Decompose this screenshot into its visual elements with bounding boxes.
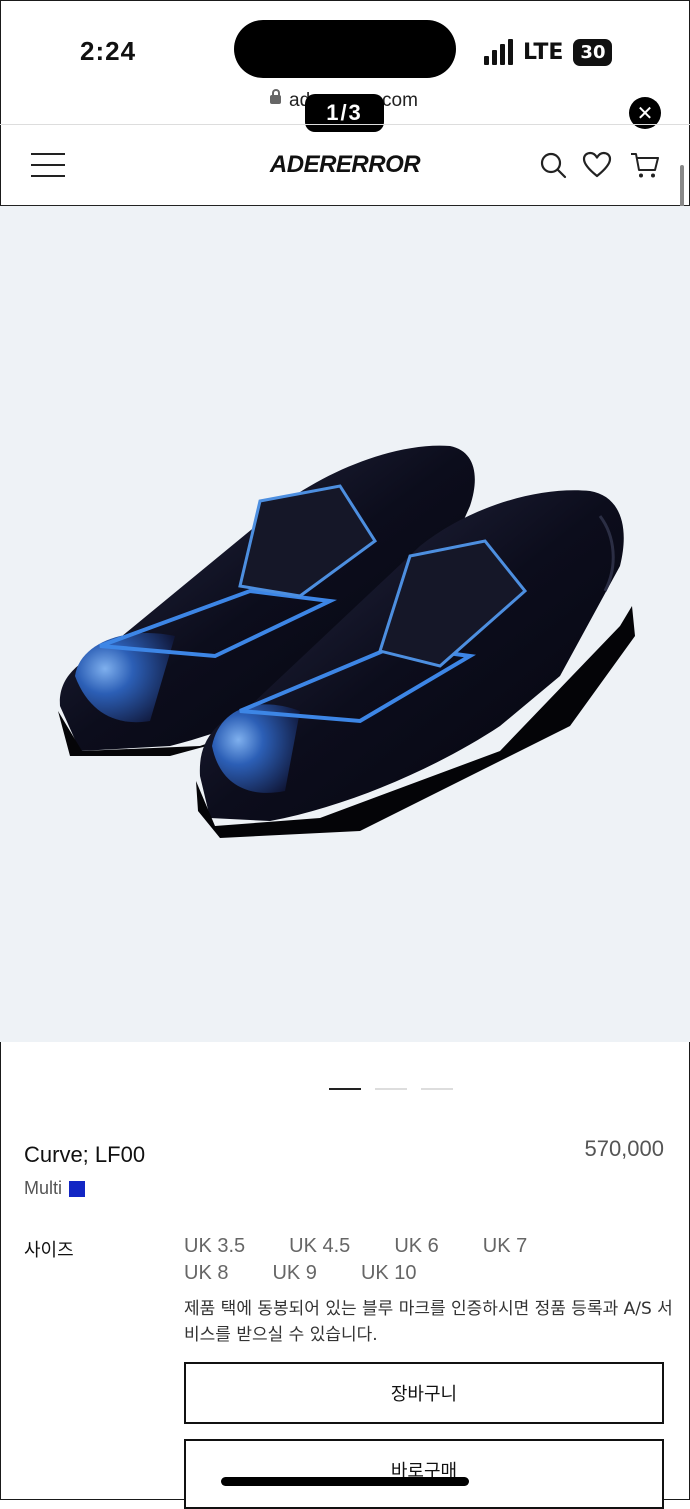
size-option[interactable]: UK 3.5 bbox=[184, 1235, 245, 1258]
product-price: 570,000 bbox=[584, 1136, 664, 1161]
close-icon: ✕ bbox=[636, 102, 654, 125]
color-swatch[interactable] bbox=[69, 1180, 86, 1197]
dynamic-island bbox=[234, 20, 456, 78]
image-carousel-dots[interactable] bbox=[329, 1088, 453, 1090]
product-name: Curve; LF00 bbox=[24, 1142, 146, 1167]
signal-icon bbox=[484, 39, 513, 65]
product-image[interactable] bbox=[0, 206, 690, 1042]
color-label: Multi bbox=[24, 1178, 63, 1198]
url-text-end: com bbox=[382, 90, 418, 111]
buy-now-button[interactable]: 바로구매 bbox=[184, 1439, 664, 1509]
home-indicator[interactable] bbox=[221, 1477, 469, 1486]
size-option[interactable]: UK 10 bbox=[361, 1262, 417, 1285]
battery-icon: 30 bbox=[573, 38, 613, 66]
product-color[interactable]: Multi bbox=[24, 1178, 86, 1199]
status-time: 2:24 bbox=[80, 36, 137, 66]
size-option[interactable]: UK 8 bbox=[184, 1262, 228, 1285]
carousel-dot[interactable] bbox=[375, 1088, 407, 1090]
cart-icon[interactable] bbox=[629, 149, 661, 181]
lock-icon bbox=[270, 89, 281, 104]
authenticity-notice: 제품 택에 동봉되어 있는 블루 마크를 인증하시면 정품 등록과 A/S 서비… bbox=[184, 1299, 673, 1345]
heart-icon[interactable] bbox=[581, 149, 613, 181]
size-option[interactable]: UK 6 bbox=[394, 1235, 438, 1258]
carousel-dot[interactable] bbox=[421, 1088, 453, 1090]
size-option[interactable]: UK 4.5 bbox=[289, 1235, 350, 1258]
size-options: UK 3.5 UK 4.5 UK 6 UK 7 UK 8 UK 9 UK 10 bbox=[184, 1235, 604, 1289]
size-label: 사이즈 bbox=[24, 1240, 74, 1261]
carousel-dot[interactable] bbox=[329, 1088, 361, 1090]
size-option[interactable]: UK 9 bbox=[272, 1262, 316, 1285]
size-option[interactable]: UK 7 bbox=[483, 1235, 527, 1258]
site-header: ADERERROR bbox=[0, 124, 690, 207]
status-indicators: LTE 30 bbox=[484, 34, 613, 70]
add-to-cart-button[interactable]: 장바구니 bbox=[184, 1362, 664, 1424]
network-type: LTE bbox=[523, 39, 564, 65]
search-icon[interactable] bbox=[537, 149, 569, 181]
loafer-illustration bbox=[58, 445, 635, 838]
